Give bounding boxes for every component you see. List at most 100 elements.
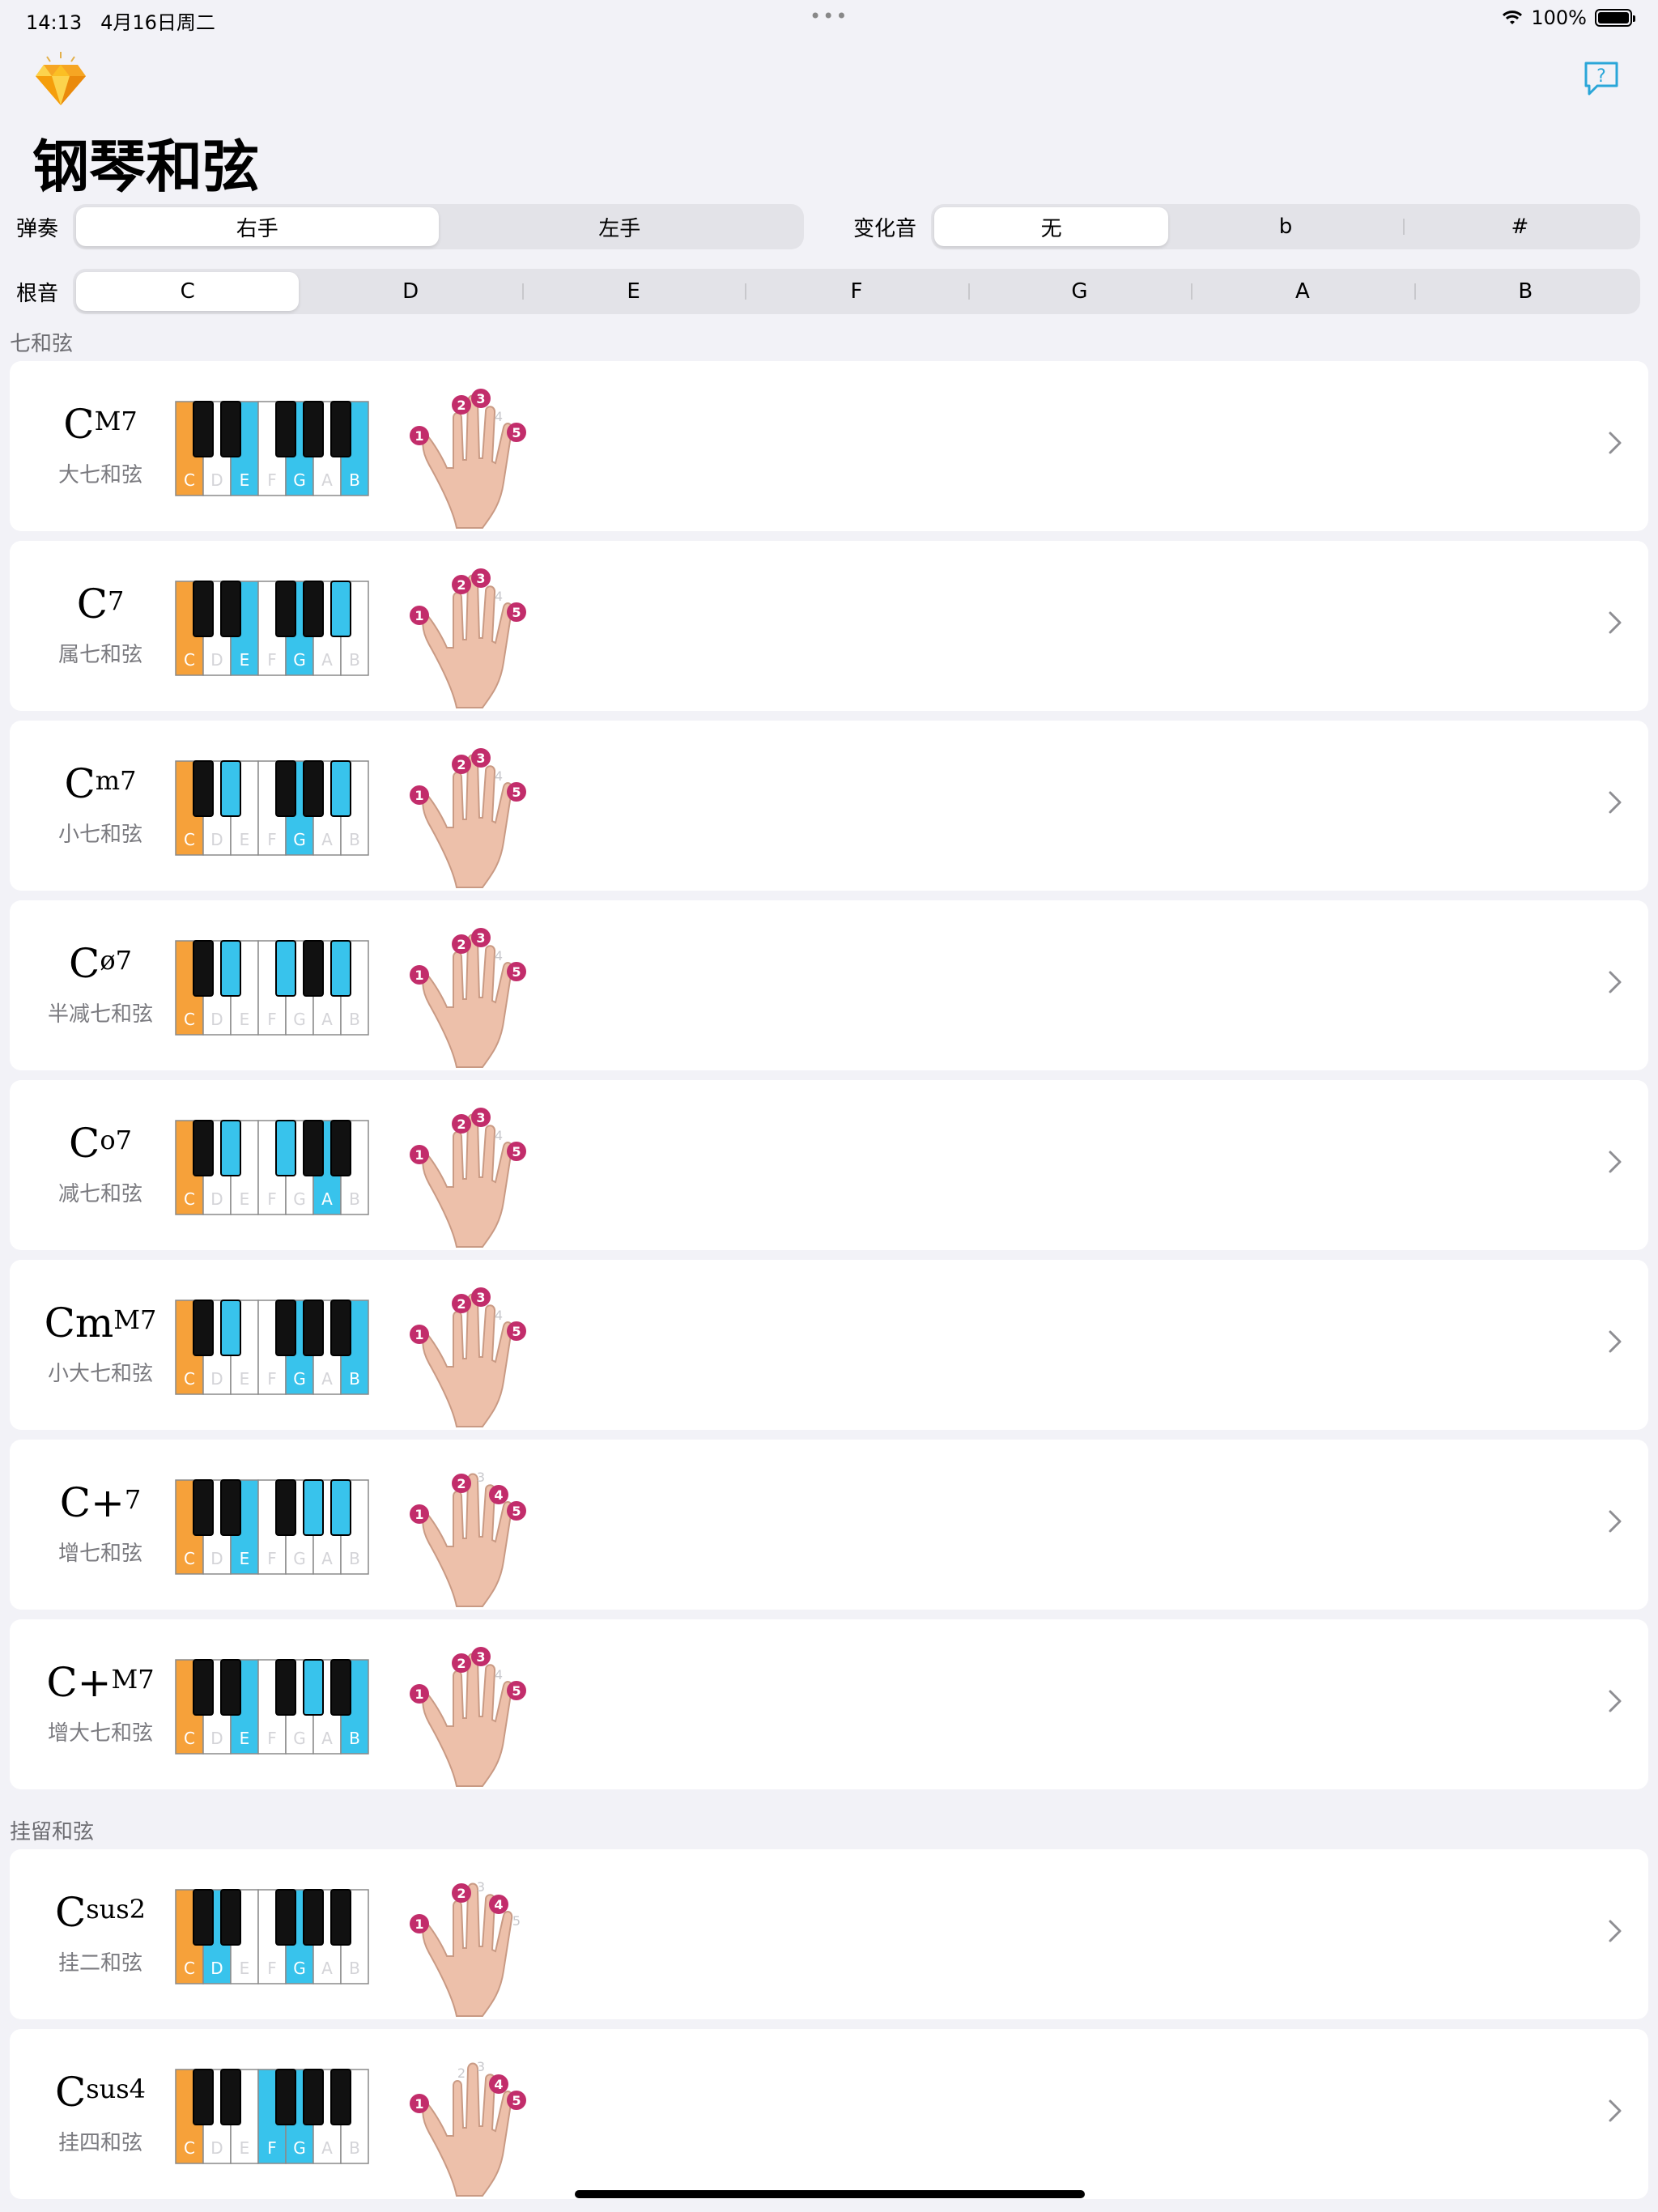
key-letter: A bbox=[321, 1959, 333, 1978]
black-key bbox=[330, 581, 351, 637]
key-letter: F bbox=[267, 1369, 277, 1389]
finger-number: 5 bbox=[512, 1683, 521, 1699]
chord-symbol-quality: 7 bbox=[107, 585, 125, 616]
chord-row[interactable]: C7 属七和弦 C D E F G A B 1 2 3 4 5 bbox=[10, 541, 1648, 711]
home-indicator[interactable] bbox=[575, 2190, 1085, 2198]
section-header-seventh: 七和弦 bbox=[10, 332, 74, 356]
status-right: 100% bbox=[1502, 6, 1635, 29]
piano-keyboard: CDEFGAB bbox=[175, 401, 369, 496]
chord-row[interactable]: Csus4 挂四和弦 C D E F G A B 1 2 3 4 5 bbox=[10, 2029, 1648, 2199]
chevron-right-icon[interactable] bbox=[1608, 1919, 1622, 1943]
black-key bbox=[220, 940, 241, 997]
segment-root-f[interactable]: F bbox=[745, 272, 967, 311]
finger-number: 4 bbox=[494, 1487, 503, 1503]
segment-root-c[interactable]: C bbox=[76, 272, 300, 311]
segment-root-a[interactable]: A bbox=[1191, 272, 1414, 311]
finger-number-inactive: 4 bbox=[495, 768, 503, 784]
black-key bbox=[275, 401, 296, 457]
accidental-row: 变化音 无 b # bbox=[853, 204, 1641, 249]
play-hand-segmented[interactable]: 右手 左手 bbox=[73, 204, 805, 249]
help-bubble-icon[interactable]: ? bbox=[1583, 60, 1620, 97]
piano-keyboard: CDEFGAB bbox=[175, 1120, 369, 1215]
segment-root-g[interactable]: G bbox=[967, 272, 1191, 311]
segment-flat[interactable]: b bbox=[1168, 207, 1402, 246]
key-letter: E bbox=[240, 470, 250, 490]
finger-number: 3 bbox=[476, 1649, 485, 1665]
finger-number: 4 bbox=[494, 2077, 503, 2092]
black-key bbox=[330, 1120, 351, 1176]
accidental-segmented[interactable]: 无 b # bbox=[931, 204, 1641, 249]
key-letter: D bbox=[210, 650, 223, 670]
chevron-right-icon[interactable] bbox=[1608, 1329, 1622, 1354]
key-letter: C bbox=[184, 1010, 195, 1029]
root-segmented[interactable]: C D E F G A B bbox=[73, 269, 1641, 314]
finger-number: 1 bbox=[414, 788, 423, 803]
key-letter: C bbox=[184, 1549, 195, 1568]
chord-symbol-base: C bbox=[76, 581, 108, 627]
segment-natural[interactable]: 无 bbox=[934, 207, 1169, 246]
finger-number: 2 bbox=[457, 757, 466, 772]
chord-symbol-quality: sus2 bbox=[86, 1894, 147, 1925]
finger-number: 5 bbox=[512, 425, 521, 440]
key-letter: A bbox=[321, 1729, 333, 1748]
chord-symbol-quality: ø7 bbox=[100, 945, 132, 976]
chevron-right-icon[interactable] bbox=[1608, 431, 1622, 455]
key-letter: C bbox=[184, 2138, 195, 2158]
segment-root-e[interactable]: E bbox=[521, 272, 745, 311]
chord-name: 半减七和弦 bbox=[47, 1002, 153, 1027]
chord-row[interactable]: Co7 减七和弦 C D E F G A B 1 2 3 4 5 bbox=[10, 1080, 1648, 1250]
chevron-right-icon[interactable] bbox=[1608, 1689, 1622, 1713]
chord-name: 属七和弦 bbox=[57, 643, 142, 667]
black-key bbox=[220, 760, 241, 817]
chord-symbol-base: C bbox=[69, 1120, 100, 1167]
finger-number-inactive: 3 bbox=[477, 1879, 485, 1895]
black-key bbox=[303, 1120, 324, 1176]
hand-fingering-icon: 1 2 345 bbox=[410, 928, 526, 1068]
segment-right-hand[interactable]: 右手 bbox=[76, 207, 439, 246]
chord-symbol-quality: M7 bbox=[113, 1304, 157, 1335]
chevron-right-icon[interactable] bbox=[1608, 1509, 1622, 1534]
chord-row[interactable]: C+7 增七和弦 C D E F G A B 1 2 3 4 5 bbox=[10, 1440, 1648, 1610]
finger-number: 1 bbox=[414, 1916, 423, 1932]
finger-number-inactive: 4 bbox=[495, 1667, 503, 1682]
black-key bbox=[330, 1479, 351, 1536]
finger-number: 2 bbox=[457, 1886, 466, 1901]
chevron-right-icon[interactable] bbox=[1608, 2099, 1622, 2123]
chord-symbol: Csus4 bbox=[10, 2068, 191, 2116]
black-key bbox=[275, 1300, 296, 1356]
chord-symbol-quality: 7 bbox=[124, 1484, 142, 1515]
segment-left-hand[interactable]: 左手 bbox=[439, 207, 801, 246]
finger-number: 5 bbox=[512, 1144, 521, 1159]
finger-number: 3 bbox=[476, 1110, 485, 1125]
chevron-right-icon[interactable] bbox=[1608, 610, 1622, 635]
black-key bbox=[303, 1889, 324, 1946]
segment-sharp[interactable]: # bbox=[1402, 207, 1637, 246]
finger-number: 5 bbox=[512, 605, 521, 620]
black-key bbox=[303, 401, 324, 457]
chord-row[interactable]: Cø7 半减七和弦 C D E F G A B 1 2 3 4 5 bbox=[10, 900, 1648, 1070]
key-letter: C bbox=[184, 1369, 195, 1389]
status-time: 14:13 4月16日周二 bbox=[26, 11, 215, 34]
chord-row[interactable]: Cm7 小七和弦 C D E F G A B 1 2 3 4 5 bbox=[10, 721, 1648, 891]
finger-number-inactive: 2 bbox=[457, 2065, 466, 2081]
segment-root-d[interactable]: D bbox=[299, 272, 521, 311]
key-letter: F bbox=[267, 650, 277, 670]
key-letter: C bbox=[184, 1729, 195, 1748]
finger-number: 3 bbox=[476, 751, 485, 766]
diamond-logo-icon[interactable] bbox=[32, 50, 89, 108]
finger-number: 5 bbox=[512, 1504, 521, 1519]
chevron-right-icon[interactable] bbox=[1608, 790, 1622, 815]
chevron-right-icon[interactable] bbox=[1608, 1150, 1622, 1174]
chord-row[interactable]: Csus2 挂二和弦 C D E F G A B 1 2 3 4 5 bbox=[10, 1849, 1648, 2019]
hand-fingering-icon: 1 2 345 bbox=[410, 1108, 526, 1248]
chevron-right-icon[interactable] bbox=[1608, 970, 1622, 994]
chord-row[interactable]: CmM7 小大七和弦 C D E F G A B 1 2 3 4 5 bbox=[10, 1260, 1648, 1430]
chord-row[interactable]: CM7 大七和弦 C D E F G A B 1 2 3 4 5 bbox=[10, 361, 1648, 531]
chord-symbol: C+M7 bbox=[10, 1658, 191, 1707]
chord-name: 挂二和弦 bbox=[57, 1951, 142, 1976]
key-letter: B bbox=[349, 830, 360, 849]
multitasking-dots[interactable]: ••• bbox=[810, 5, 848, 28]
key-letter: G bbox=[293, 470, 306, 490]
chord-row[interactable]: C+M7 增大七和弦 C D E F G A B 1 2 3 4 5 bbox=[10, 1619, 1648, 1789]
segment-root-b[interactable]: B bbox=[1414, 272, 1637, 311]
